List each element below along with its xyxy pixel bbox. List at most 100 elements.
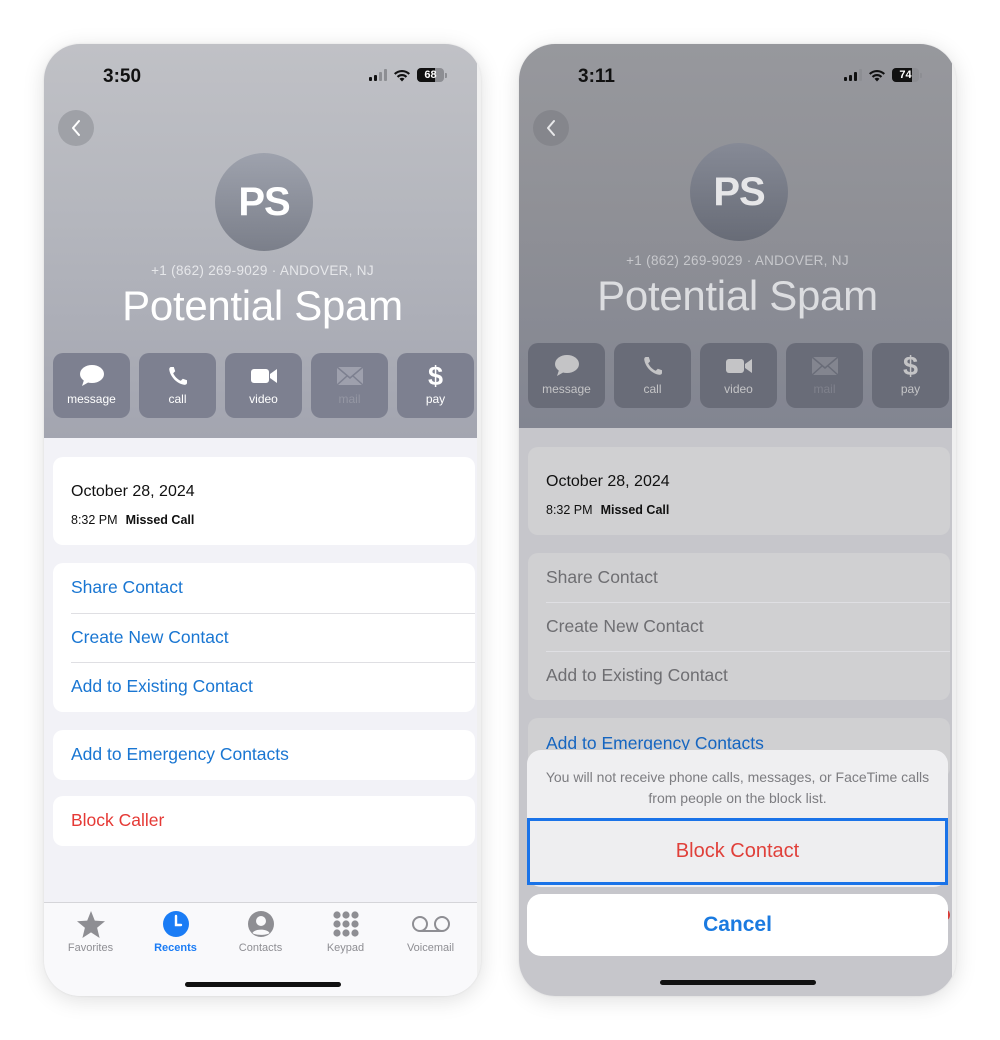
status-icons: 74: [844, 68, 922, 82]
battery-tip: [445, 72, 447, 78]
message-label: message: [67, 392, 116, 406]
tab-contacts[interactable]: Contacts: [221, 909, 301, 954]
battery-level: 74: [899, 69, 912, 81]
dollar-icon: $: [427, 361, 444, 391]
contact-name: Potential Spam: [122, 282, 403, 329]
create-new-contact-button[interactable]: Create New Contact: [528, 602, 950, 651]
action-sheet-message: You will not receive phone calls, messag…: [545, 769, 930, 806]
mail-action-button[interactable]: mail: [311, 353, 388, 418]
battery-tip: [920, 72, 922, 78]
tab-bar: Favorites Recents Contacts Keypad Voicem…: [44, 902, 477, 996]
voicemail-icon: [411, 916, 450, 932]
battery-level: 68: [424, 69, 437, 81]
quick-actions: message call video mail $ pay: [53, 353, 474, 418]
keypad-icon: [332, 911, 359, 937]
mail-action-button[interactable]: mail: [786, 343, 863, 408]
contact-options-card: Share Contact Create New Contact Add to …: [528, 553, 950, 700]
block-card: Block Caller: [53, 796, 475, 846]
cellular-signal-icon: [844, 69, 862, 81]
contact-name: Potential Spam: [597, 272, 878, 319]
message-action-button[interactable]: message: [53, 353, 130, 418]
add-to-emergency-contacts-button[interactable]: Add to Emergency Contacts: [53, 730, 475, 780]
pay-action-button[interactable]: $ pay: [397, 353, 474, 418]
wifi-icon: [869, 69, 885, 82]
pay-label: pay: [425, 392, 446, 406]
call-time: 8:32 PM: [546, 503, 593, 517]
call-time: 8:32 PM: [71, 513, 118, 527]
contact-options-card: Share Contact Create New Contact Add to …: [53, 563, 475, 712]
status-time: 3:50: [103, 66, 142, 87]
pay-action-button[interactable]: $ pay: [872, 343, 949, 408]
tab-label: Recents: [154, 942, 197, 954]
add-to-existing-contact-button[interactable]: Add to Existing Contact: [528, 651, 950, 700]
video-camera-icon: [725, 359, 752, 373]
tab-keypad[interactable]: Keypad: [306, 909, 386, 954]
status-time: 3:11: [578, 66, 615, 87]
call-info: 8:32 PM Missed Call: [546, 503, 669, 517]
chevron-left-icon: [547, 120, 555, 136]
status-bar: 3:11 74: [519, 44, 952, 104]
dollar-icon: $: [902, 351, 919, 381]
call-info: 8:32 PM Missed Call: [71, 513, 194, 527]
call-log-card: October 28, 2024 8:32 PM Missed Call: [53, 457, 475, 545]
call-type: Missed Call: [600, 503, 670, 517]
home-indicator: [185, 982, 341, 987]
call-date: October 28, 2024: [71, 483, 195, 500]
video-label: video: [249, 392, 278, 406]
quick-actions: message call video mail $ pay: [528, 343, 949, 408]
block-caller-button[interactable]: Block Caller: [53, 796, 475, 846]
back-button[interactable]: [533, 110, 569, 146]
cancel-button[interactable]: Cancel: [527, 894, 948, 956]
contact-header: 3:11 74 PS +1 (862) 269-9029 · ANDOVER, …: [519, 44, 952, 428]
add-to-existing-contact-button[interactable]: Add to Existing Contact: [53, 662, 475, 712]
phone-right-block-confirmation: 3:11 74 PS +1 (862) 269-9029 · ANDOVER, …: [519, 44, 956, 996]
phone-left-contact-detail: 3:50 68 PS +1 (862) 269-9029 · ANDOVER, …: [44, 44, 481, 996]
battery-icon: 68: [417, 68, 444, 82]
phone-number-location: +1 (862) 269-9029 · ANDOVER, NJ: [151, 263, 374, 278]
call-action-button[interactable]: call: [614, 343, 691, 408]
create-new-contact-button[interactable]: Create New Contact: [53, 612, 475, 663]
share-contact-button[interactable]: Share Contact: [528, 553, 950, 602]
battery-icon: 74: [892, 68, 919, 82]
back-button[interactable]: [58, 110, 94, 146]
scroll-indicator: [477, 44, 481, 996]
phone-number-location: +1 (862) 269-9029 · ANDOVER, NJ: [626, 253, 849, 268]
phone-icon: [168, 367, 187, 385]
block-contact-button[interactable]: Block Contact: [527, 818, 948, 885]
tab-recents[interactable]: Recents: [136, 909, 216, 954]
clock-icon: [162, 911, 189, 937]
envelope-icon: [810, 356, 839, 376]
tab-favorites[interactable]: Favorites: [51, 909, 131, 954]
tab-voicemail[interactable]: Voicemail: [391, 909, 471, 954]
pay-label: pay: [900, 382, 921, 396]
message-label: message: [542, 382, 591, 396]
message-bubble-icon: [79, 365, 104, 386]
envelope-icon: [335, 366, 364, 386]
call-date: October 28, 2024: [546, 473, 670, 490]
mail-label: mail: [338, 392, 361, 406]
wifi-icon: [394, 69, 410, 82]
emergency-card: Add to Emergency Contacts: [53, 730, 475, 780]
avatar: PS: [215, 153, 313, 251]
video-action-button[interactable]: video: [700, 343, 777, 408]
avatar: PS: [690, 143, 788, 241]
mail-label: mail: [813, 382, 836, 396]
status-bar: 3:50 68: [44, 44, 477, 104]
video-action-button[interactable]: video: [225, 353, 302, 418]
call-label: call: [168, 392, 187, 406]
status-icons: 68: [369, 68, 447, 82]
message-action-button[interactable]: message: [528, 343, 605, 408]
call-action-button[interactable]: call: [139, 353, 216, 418]
video-label: video: [724, 382, 753, 396]
call-log-card: October 28, 2024 8:32 PM Missed Call: [528, 447, 950, 535]
contact-header: 3:50 68 PS +1 (862) 269-9029 · ANDOVER, …: [44, 44, 477, 438]
tab-label: Favorites: [67, 942, 114, 954]
video-camera-icon: [250, 369, 277, 383]
share-contact-button[interactable]: Share Contact: [53, 563, 475, 613]
tab-label: Keypad: [326, 942, 365, 954]
person-circle-icon: [247, 911, 274, 937]
tab-label: Contacts: [238, 942, 283, 954]
cellular-signal-icon: [369, 69, 387, 81]
chevron-left-icon: [72, 120, 80, 136]
call-type: Missed Call: [125, 513, 195, 527]
